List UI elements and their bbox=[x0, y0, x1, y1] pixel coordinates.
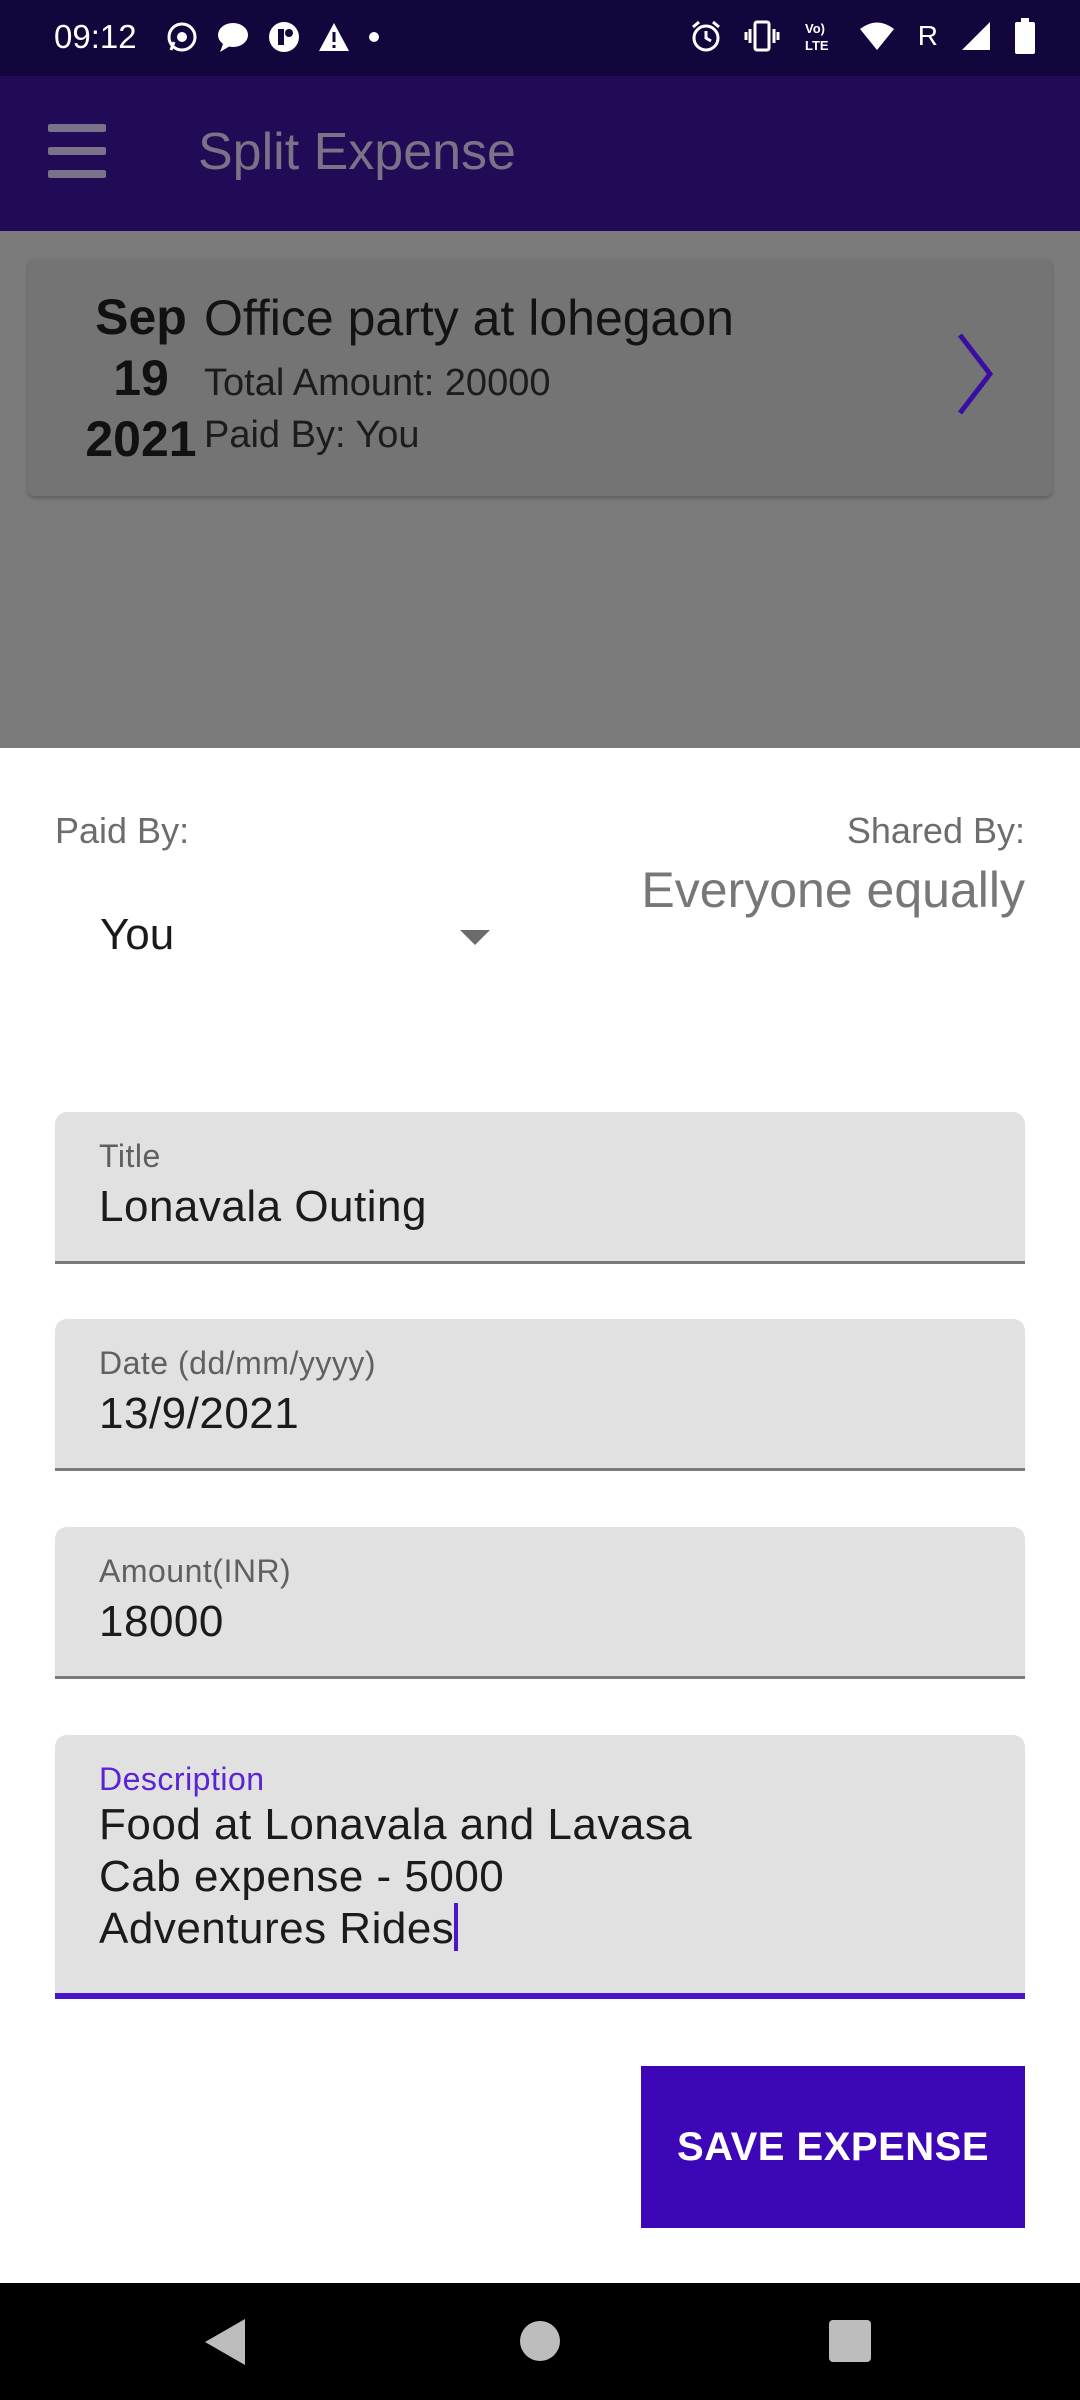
status-bar: 09:12 Vo) LTE R bbox=[0, 0, 1080, 76]
expense-paid-by: Paid By: You bbox=[204, 414, 420, 456]
expense-date-year: 2021 bbox=[85, 411, 197, 467]
amount-field[interactable]: Amount(INR) 18000 bbox=[55, 1527, 1025, 1679]
message-icon bbox=[218, 23, 248, 52]
chevron-right-icon[interactable] bbox=[950, 329, 1000, 419]
svg-text:Vo): Vo) bbox=[805, 21, 825, 36]
description-line: Adventures Rides bbox=[99, 1904, 455, 1953]
expense-date-month: Sep bbox=[95, 289, 187, 345]
vibrate-icon bbox=[744, 20, 780, 52]
date-field-label: Date (dd/mm/yyyy) bbox=[99, 1345, 376, 1381]
description-text: Food at Lonavala and Lavasa Cab expense … bbox=[99, 1799, 692, 1955]
date-field[interactable]: Date (dd/mm/yyyy) 13/9/2021 bbox=[55, 1319, 1025, 1471]
system-icons: Vo) LTE R bbox=[690, 18, 1036, 54]
battery-icon bbox=[1015, 18, 1035, 54]
expense-date: Sep 19 2021 bbox=[56, 287, 226, 470]
text-cursor bbox=[454, 1903, 459, 1951]
expense-card[interactable]: Sep 19 2021 Office party at lohegaon Tot… bbox=[28, 259, 1052, 496]
navigation-bar bbox=[0, 2283, 1080, 2400]
amount-field-value: 18000 bbox=[99, 1597, 224, 1646]
whatsapp-icon bbox=[167, 22, 197, 52]
expense-date-day: 19 bbox=[113, 350, 169, 406]
save-expense-button[interactable]: SAVE EXPENSE bbox=[641, 2066, 1025, 2228]
shared-by-value[interactable]: Everyone equally bbox=[641, 861, 1025, 919]
wifi-icon bbox=[859, 22, 894, 50]
menu-icon[interactable] bbox=[48, 124, 106, 180]
date-field-value: 13/9/2021 bbox=[99, 1389, 300, 1438]
roaming-indicator: R bbox=[917, 20, 938, 51]
paid-by-label: Paid By: bbox=[55, 810, 190, 851]
alarm-icon bbox=[691, 20, 720, 52]
shared-by-label: Shared By: bbox=[846, 810, 1025, 851]
home-icon[interactable] bbox=[520, 2321, 560, 2361]
title-field-value: Lonavala Outing bbox=[99, 1182, 427, 1231]
recents-icon[interactable] bbox=[829, 2320, 871, 2362]
warning-icon bbox=[319, 23, 349, 51]
description-line: Cab expense - 5000 bbox=[99, 1852, 505, 1901]
dropdown-arrow-icon bbox=[460, 930, 490, 945]
description-line: Food at Lonavala and Lavasa bbox=[99, 1800, 693, 1849]
status-time: 09:12 bbox=[54, 18, 137, 55]
signal-icon bbox=[962, 22, 990, 50]
description-field-label: Description bbox=[99, 1761, 265, 1797]
dot-icon bbox=[369, 32, 379, 42]
notification-icons bbox=[165, 20, 381, 54]
title-field[interactable]: Title Lonavala Outing bbox=[55, 1112, 1025, 1264]
paid-by-value: You bbox=[100, 910, 175, 959]
app-bar: Split Expense bbox=[0, 76, 1080, 231]
app-title: Split Expense bbox=[198, 123, 516, 181]
add-expense-sheet: Paid By: You Shared By: Everyone equally… bbox=[0, 748, 1080, 2283]
expense-total: Total Amount: 20000 bbox=[204, 362, 551, 404]
svg-text:LTE: LTE bbox=[805, 38, 829, 53]
volte-icon: Vo) LTE bbox=[805, 21, 829, 53]
app-icon bbox=[269, 22, 299, 52]
description-field[interactable]: Description Food at Lonavala and Lavasa … bbox=[55, 1735, 1025, 1999]
description-line-last: Adventures Rides bbox=[99, 1903, 692, 1955]
back-icon[interactable] bbox=[205, 2319, 245, 2365]
amount-field-label: Amount(INR) bbox=[99, 1553, 292, 1589]
title-field-label: Title bbox=[99, 1138, 161, 1174]
expense-title: Office party at lohegaon bbox=[204, 290, 734, 346]
background-overlay[interactable]: Sep 19 2021 Office party at lohegaon Tot… bbox=[0, 231, 1080, 748]
